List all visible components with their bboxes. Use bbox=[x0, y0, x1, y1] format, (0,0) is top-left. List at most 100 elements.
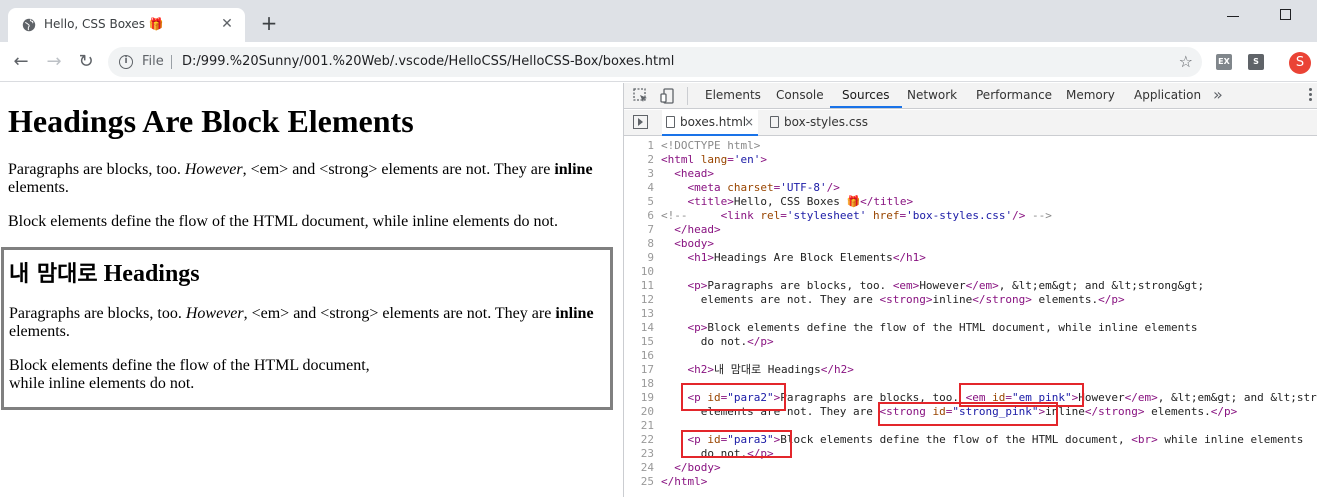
forward-arrow-icon[interactable]: → bbox=[43, 51, 65, 73]
tab-strip: Hello, CSS Boxes 🎁 ✕ + bbox=[0, 0, 1317, 42]
tab-performance[interactable]: Performance bbox=[976, 88, 1052, 102]
text-span: , <em> and <strong> elements are not. Th… bbox=[243, 305, 556, 322]
code-line-9: <h1>Headings Are Block Elements</h1> bbox=[687, 251, 926, 264]
code-line-24: </body> bbox=[674, 461, 721, 474]
divider bbox=[687, 87, 688, 105]
file-tab-boxes-html[interactable]: boxes.html × bbox=[662, 110, 758, 136]
line-number: 1 bbox=[647, 139, 654, 152]
file-tab-label: box-styles.css bbox=[784, 115, 868, 129]
globe-icon bbox=[22, 18, 36, 32]
line-number: 14 bbox=[640, 321, 654, 334]
h2-english: Headings bbox=[103, 261, 200, 287]
line-number: 25 bbox=[640, 475, 654, 488]
text-span: elements. bbox=[8, 179, 69, 196]
close-file-icon[interactable]: × bbox=[744, 115, 754, 129]
h2-korean: 내 맘대로 bbox=[9, 262, 98, 287]
devtools-tab-bar: Elements Console Sources Network Perform… bbox=[624, 83, 1317, 109]
file-icon bbox=[770, 116, 779, 128]
devtools-panel: Elements Console Sources Network Perform… bbox=[623, 83, 1317, 497]
page-heading-h2: 내 맘대로 Headings bbox=[9, 256, 200, 288]
reload-icon[interactable]: ↻ bbox=[75, 51, 97, 73]
info-icon[interactable]: i bbox=[119, 55, 133, 69]
maximize-window-icon[interactable] bbox=[1280, 9, 1291, 20]
new-tab-button[interactable]: + bbox=[259, 13, 279, 34]
url-scheme: File bbox=[142, 54, 164, 69]
em-text: However bbox=[184, 161, 243, 178]
line-number: 4 bbox=[647, 181, 654, 194]
line-number: 16 bbox=[640, 349, 654, 362]
code-line-11: <p>Paragraphs are blocks, too. <em>Howev… bbox=[687, 279, 1205, 292]
tab-console[interactable]: Console bbox=[776, 88, 824, 102]
line-number: 21 bbox=[640, 419, 654, 432]
highlight-box-para3 bbox=[681, 430, 792, 458]
tab-network[interactable]: Network bbox=[907, 88, 957, 102]
text-span: while inline elements do not. bbox=[9, 375, 195, 392]
tab-title: Hello, CSS Boxes 🎁 bbox=[44, 17, 164, 31]
line-number: 10 bbox=[640, 265, 654, 278]
paragraph-1: Paragraphs are blocks, too. However, <em… bbox=[8, 161, 618, 197]
line-number: 23 bbox=[640, 447, 654, 460]
text-span: Paragraphs are blocks, too. bbox=[8, 161, 185, 178]
code-line-7: </head> bbox=[674, 223, 721, 236]
devtools-menu-icon[interactable] bbox=[1309, 88, 1313, 104]
more-tabs-icon[interactable]: » bbox=[1213, 85, 1223, 104]
paragraph-para3: Block elements define the flow of the HT… bbox=[9, 357, 609, 393]
profile-avatar[interactable]: S bbox=[1289, 52, 1311, 74]
line-number: 8 bbox=[647, 237, 654, 250]
toggle-navigator-icon[interactable] bbox=[633, 115, 648, 129]
line-number: 24 bbox=[640, 461, 654, 474]
line-number: 3 bbox=[647, 167, 654, 180]
text-span: Paragraphs are blocks, too. bbox=[9, 305, 186, 322]
browser-tab-active[interactable]: Hello, CSS Boxes 🎁 ✕ bbox=[8, 8, 245, 42]
line-number: 19 bbox=[640, 391, 654, 404]
code-line-4: <meta charset='UTF-8'/> bbox=[687, 181, 840, 194]
tab-application[interactable]: Application bbox=[1134, 88, 1201, 102]
tab-memory[interactable]: Memory bbox=[1066, 88, 1115, 102]
extension-icon[interactable]: EX bbox=[1216, 54, 1232, 70]
strong-text: inline bbox=[554, 161, 593, 178]
divider bbox=[171, 55, 172, 69]
em-text: However bbox=[185, 305, 244, 322]
code-editor[interactable]: 1 2 3 4 5 6 7 8 9 10 11 12 13 14 15 16 17 18 19 20 21 22 23 24 2… bbox=[624, 137, 1317, 497]
file-tab-label: boxes.html bbox=[680, 115, 747, 129]
code-line-12: elements are not. They are <strong>inlin… bbox=[661, 293, 1125, 306]
line-number: 9 bbox=[647, 251, 654, 264]
code-line-5: <title>Hello, CSS Boxes 🎁</title> bbox=[687, 195, 914, 208]
tab-sources[interactable]: Sources bbox=[842, 88, 889, 102]
line-number: 12 bbox=[640, 293, 654, 306]
line-number: 13 bbox=[640, 307, 654, 320]
line-number: 7 bbox=[647, 223, 654, 236]
highlight-box-strong-pink bbox=[878, 402, 1058, 426]
code-line-25: </html> bbox=[661, 475, 708, 488]
highlight-box-para2 bbox=[681, 383, 786, 411]
tab-elements[interactable]: Elements bbox=[705, 88, 761, 102]
line-number: 17 bbox=[640, 363, 654, 376]
file-tab-box-styles-css[interactable]: box-styles.css bbox=[766, 110, 876, 136]
address-bar[interactable]: i File D:/999.%20Sunny/001.%20Web/.vscod… bbox=[108, 47, 1202, 77]
minimize-window-icon[interactable] bbox=[1227, 8, 1241, 22]
back-arrow-icon[interactable]: ← bbox=[10, 51, 32, 73]
inspect-element-icon[interactable] bbox=[633, 88, 649, 104]
paragraph-2: Block elements define the flow of the HT… bbox=[8, 213, 558, 230]
url-text[interactable]: D:/999.%20Sunny/001.%20Web/.vscode/Hello… bbox=[182, 54, 674, 69]
sources-file-tabs: boxes.html × box-styles.css bbox=[624, 110, 1317, 136]
bordered-box: 내 맘대로 Headings Paragraphs are blocks, to… bbox=[1, 247, 613, 410]
paragraph-para2: Paragraphs are blocks, too. However, <em… bbox=[9, 305, 609, 341]
close-tab-icon[interactable]: ✕ bbox=[219, 16, 235, 32]
line-number: 6 bbox=[647, 209, 654, 222]
extension-s-icon[interactable]: S bbox=[1248, 54, 1264, 70]
line-number: 5 bbox=[647, 195, 654, 208]
code-line-17: <h2>내 맘대로 Headings</h2> bbox=[687, 363, 854, 376]
page-heading-h1: Headings Are Block Elements bbox=[8, 103, 414, 139]
device-toolbar-icon[interactable] bbox=[660, 88, 676, 104]
line-number: 20 bbox=[640, 405, 654, 418]
strong-text: inline bbox=[555, 305, 594, 322]
text-span: Block elements define the flow of the HT… bbox=[9, 357, 370, 374]
line-number-gutter: 1 2 3 4 5 6 7 8 9 10 11 12 13 14 15 16 17 18 19 20 21 22 23 24 2… bbox=[624, 139, 654, 489]
code-line-2: <html lang='en'> bbox=[661, 153, 767, 166]
browser-toolbar: ← → ↻ i File D:/999.%20Sunny/001.%20Web/… bbox=[0, 42, 1317, 82]
bookmark-star-icon[interactable]: ☆ bbox=[1179, 52, 1193, 71]
